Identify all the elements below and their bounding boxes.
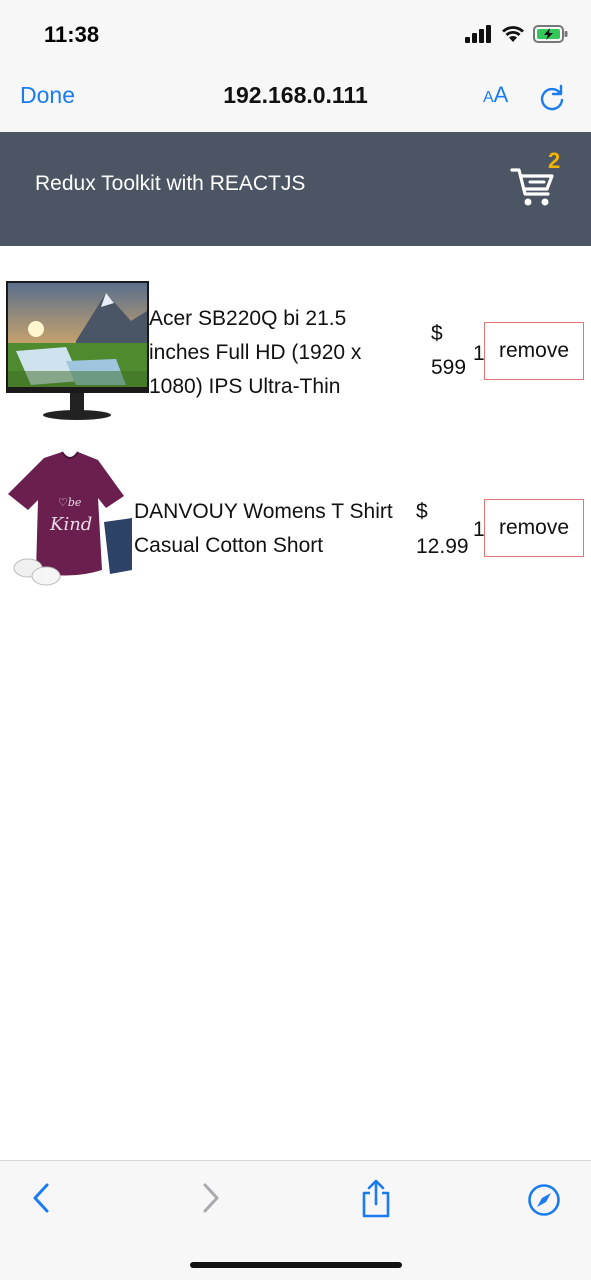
cart-item: Acer SB220Q bi 21.5 inches Full HD (1920… bbox=[0, 276, 591, 426]
status-bar: 11:38 bbox=[0, 0, 591, 70]
svg-text:♡be: ♡be bbox=[58, 496, 82, 509]
wifi-icon bbox=[502, 26, 524, 42]
item-quantity: 1 bbox=[473, 518, 485, 541]
item-price-value: 599 bbox=[431, 356, 467, 379]
text-size-button[interactable]: AA bbox=[483, 82, 508, 108]
item-price-symbol: $ bbox=[431, 322, 443, 345]
item-price-value: 12.99 bbox=[416, 535, 469, 558]
item-title: Acer SB220Q bi 21.5 inches Full HD (1920… bbox=[149, 302, 361, 404]
item-title-line: DANVOUY Womens T Shirt bbox=[134, 500, 393, 523]
app-title: Redux Toolkit with REACTJS bbox=[35, 172, 306, 195]
monitor-product-image bbox=[6, 281, 149, 420]
item-price-symbol: $ bbox=[416, 500, 428, 523]
app-header: Redux Toolkit with REACTJS bbox=[0, 132, 591, 246]
item-title: DANVOUY Womens T Shirt Casual Cotton Sho… bbox=[134, 495, 393, 563]
chevron-left-icon[interactable] bbox=[30, 1181, 52, 1215]
item-title-line: Casual Cotton Short bbox=[134, 534, 324, 557]
reload-icon[interactable] bbox=[538, 84, 566, 112]
item-title-line: 1080) IPS Ultra-Thin bbox=[149, 375, 341, 398]
cart-count-badge: 2 bbox=[548, 148, 561, 173]
browser-top-bar: Done 192.168.0.111 AA bbox=[0, 70, 591, 132]
item-quantity: 1 bbox=[473, 342, 485, 365]
status-time: 11:38 bbox=[44, 22, 100, 47]
text-size-large-glyph: A bbox=[493, 82, 509, 107]
text-size-small-glyph: A bbox=[483, 89, 494, 106]
cart-item: ♡be Kind DANVOUY Womens T Shirt Casual C… bbox=[0, 450, 591, 600]
status-icons bbox=[465, 24, 569, 44]
share-icon[interactable] bbox=[360, 1179, 392, 1219]
item-title-line: inches Full HD (1920 x bbox=[149, 341, 362, 364]
page: 11:38 Done 192.168.0.111 AA Redux Toolki… bbox=[0, 0, 591, 1280]
svg-text:Kind: Kind bbox=[49, 514, 92, 535]
signal-icon bbox=[465, 25, 491, 43]
tshirt-product-image: ♡be Kind bbox=[8, 451, 132, 586]
battery-charging-icon bbox=[533, 25, 568, 43]
compass-icon[interactable] bbox=[527, 1183, 561, 1217]
remove-button[interactable]: remove bbox=[484, 499, 584, 557]
item-title-line: Acer SB220Q bi 21.5 bbox=[149, 307, 347, 330]
remove-button[interactable]: remove bbox=[484, 322, 584, 380]
chevron-right-icon[interactable] bbox=[200, 1181, 222, 1215]
home-indicator bbox=[190, 1262, 402, 1268]
